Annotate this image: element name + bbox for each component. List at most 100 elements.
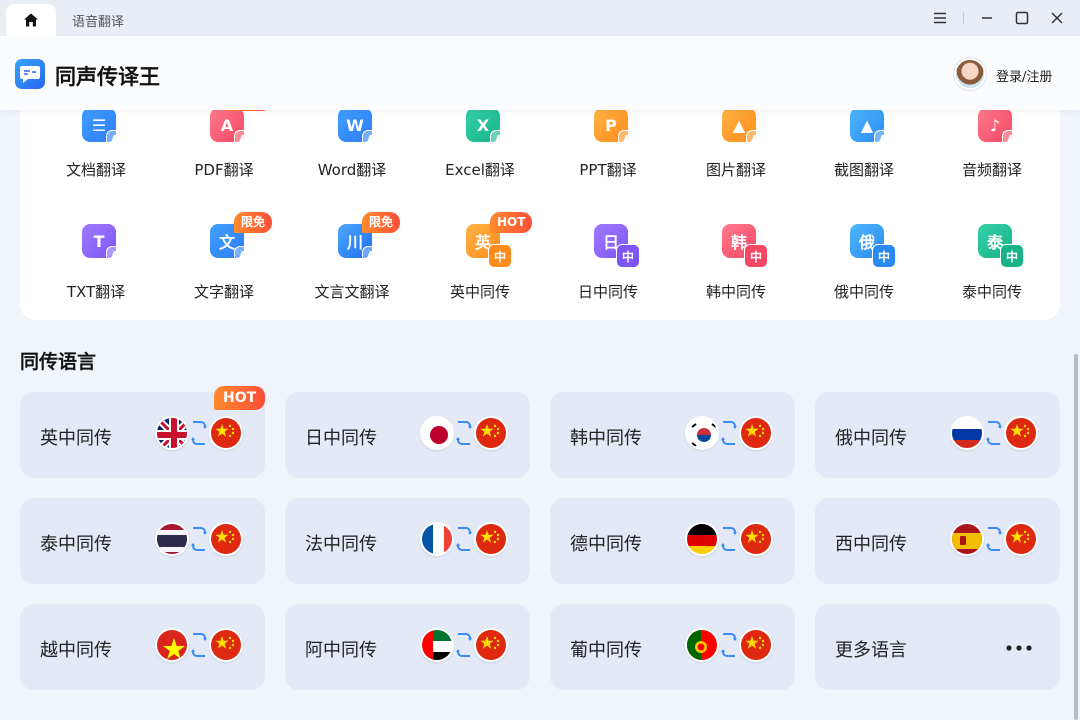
language-card-germany[interactable]: 德中同传 [550, 498, 795, 584]
china-flag-icon [739, 628, 773, 662]
tool-text[interactable]: 文 A 文字翻译 [164, 100, 284, 301]
language-card-vietnam[interactable]: 越中同传 [20, 604, 265, 690]
japan-flag-icon [420, 416, 454, 450]
germany-flag-icon [685, 522, 719, 556]
language-card-label: 韩中同传 [570, 428, 642, 449]
china-flag-icon [474, 522, 508, 556]
tool-badge: HOT [490, 212, 533, 233]
language-card-japan[interactable]: 日中同传 [285, 392, 530, 478]
tool-label: 俄中同传 [833, 283, 894, 301]
hot-badge: HOT [214, 386, 266, 410]
swap-arrows-icon [190, 418, 208, 448]
thailand-flag-icon [155, 522, 189, 556]
language-card-label: 德中同传 [570, 534, 642, 555]
more-languages-label: 更多语言 [835, 640, 907, 661]
section-title: 同传语言 [20, 351, 97, 373]
china-flag-icon [209, 416, 243, 450]
tools-panel: ☰ A 文档翻译 A A PDF翻译 W A Word翻译 X A Excel翻译 P A PPT翻译 ▲ A 图… [20, 90, 1060, 320]
china-flag-icon [739, 522, 773, 556]
language-card-label: 越中同传 [40, 640, 112, 661]
language-card-korea[interactable]: 韩中同传 [550, 392, 795, 478]
avatar[interactable] [954, 58, 986, 90]
tool-badge: 限免 [362, 212, 401, 233]
menu-icon [934, 12, 946, 24]
tool-label: 韩中同传 [705, 283, 766, 301]
swap-arrows-icon [455, 418, 473, 448]
tool-ru-zh[interactable]: 俄中俄中同传 [804, 100, 924, 301]
ko-zh-icon: 韩中 [722, 224, 768, 268]
titlebar-divider [963, 12, 964, 24]
uk-flag-icon [155, 416, 189, 450]
language-card-spain[interactable]: 西中同传 [815, 498, 1060, 584]
language-card-label: 法中同传 [305, 534, 377, 555]
language-card-label: 西中同传 [835, 534, 907, 555]
china-flag-icon [474, 628, 508, 662]
chinese-char-icon: 中 [872, 244, 896, 268]
maximize-icon [1015, 11, 1029, 25]
swap-arrows-icon [985, 418, 1003, 448]
language-card-uae[interactable]: 阿中同传 [285, 604, 530, 690]
tool-scroll[interactable]: 川 A 文言文翻译 [292, 100, 412, 301]
china-flag-icon [209, 522, 243, 556]
tool-badge: 限免 [234, 212, 273, 233]
tool-label: 日中同传 [577, 283, 638, 301]
swap-arrows-icon [720, 630, 738, 660]
tool-txt[interactable]: T A TXT翻译 [36, 100, 156, 301]
tool-label: 英中同传 [449, 283, 510, 301]
swap-arrows-icon [985, 524, 1003, 554]
portugal-flag-icon [685, 628, 719, 662]
th-zh-icon: 泰中 [978, 224, 1024, 268]
spain-flag-icon [950, 522, 984, 556]
more-languages-card[interactable]: 更多语言 [815, 604, 1060, 690]
menu-button[interactable] [930, 8, 950, 28]
language-card-portugal[interactable]: 葡中同传 [550, 604, 795, 690]
chat-bubble-icon [20, 66, 40, 83]
language-card-thailand[interactable]: 泰中同传 [20, 498, 265, 584]
app-logo [15, 59, 45, 89]
letter-a-icon: A [362, 246, 380, 264]
language-card-label: 葡中同传 [570, 640, 642, 661]
korea-flag-icon [685, 416, 719, 450]
minimize-icon [982, 17, 992, 19]
france-flag-icon [420, 522, 454, 556]
uae-flag-icon [420, 628, 454, 662]
minimize-button[interactable] [977, 8, 997, 28]
swap-arrows-icon [455, 630, 473, 660]
language-card-france[interactable]: 法中同传 [285, 498, 530, 584]
login-register-link[interactable]: 登录/注册 [996, 66, 1052, 85]
language-card-label: 泰中同传 [40, 534, 112, 555]
tool-th-zh[interactable]: 泰中泰中同传 [932, 100, 1052, 301]
swap-arrows-icon [190, 630, 208, 660]
tool-ko-zh[interactable]: 韩中韩中同传 [676, 100, 796, 301]
russia-flag-icon [950, 416, 984, 450]
china-flag-icon [209, 628, 243, 662]
chinese-char-icon: 中 [1000, 244, 1024, 268]
tool-en-zh[interactable]: 英中英中同传 [420, 100, 540, 301]
txt-icon: TA [82, 224, 124, 264]
chinese-char-icon: 中 [744, 244, 768, 268]
chinese-char-icon: 中 [488, 244, 512, 268]
language-card-label: 俄中同传 [835, 428, 907, 449]
china-flag-icon [474, 416, 508, 450]
tab-voice-translation[interactable]: 语音翻译 [72, 11, 124, 30]
home-tab[interactable] [6, 4, 56, 36]
title-bar: 语音翻译 [0, 0, 1080, 36]
close-button[interactable] [1047, 8, 1067, 28]
ja-zh-icon: 日中 [594, 224, 640, 268]
scrollbar[interactable] [1074, 354, 1078, 720]
maximize-button[interactable] [1012, 8, 1032, 28]
language-card-label: 阿中同传 [305, 640, 377, 661]
tool-ja-zh[interactable]: 日中日中同传 [548, 100, 668, 301]
home-icon [24, 13, 38, 27]
swap-arrows-icon [720, 524, 738, 554]
language-card-russia[interactable]: 俄中同传 [815, 392, 1060, 478]
china-flag-icon [739, 416, 773, 450]
app-title: 同声传译王 [55, 65, 160, 89]
more-dots-icon [1006, 634, 1032, 659]
app-header: 同声传译王 登录/注册 [0, 36, 1080, 110]
vietnam-flag-icon [155, 628, 189, 662]
letter-a-icon: A [234, 246, 252, 264]
china-flag-icon [1004, 522, 1038, 556]
language-card-label: 日中同传 [305, 428, 377, 449]
china-flag-icon [1004, 416, 1038, 450]
